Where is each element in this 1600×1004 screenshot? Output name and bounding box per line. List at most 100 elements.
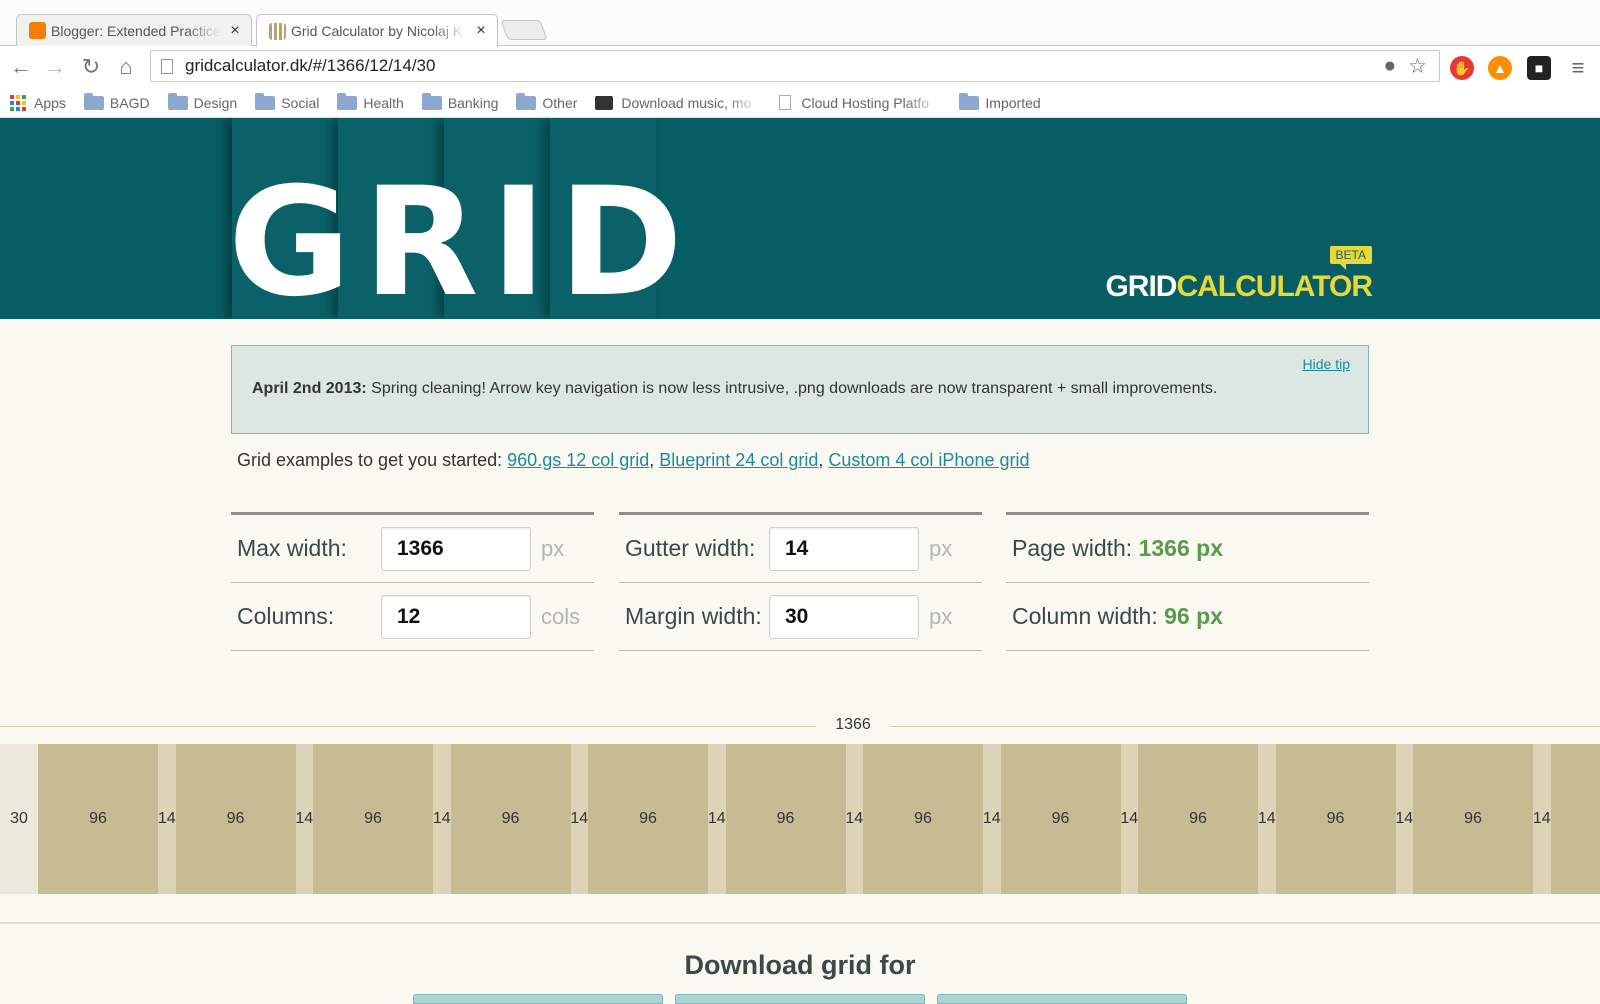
grid-column: 96 [863, 744, 983, 894]
bookmark-label: Social [281, 95, 319, 111]
folder-icon [337, 96, 357, 110]
gutter-width-input[interactable]: 14 [769, 527, 919, 571]
document-icon [779, 95, 791, 110]
grid-column: 96 [451, 744, 571, 894]
grid-gutter: 14 [708, 744, 726, 894]
bookmark-cloud-hosting[interactable]: Cloud Hosting Platfo [779, 95, 941, 111]
grid-column: 96 [313, 744, 433, 894]
bookmark-banking[interactable]: Banking [422, 95, 499, 111]
example-link-blueprint[interactable]: Blueprint 24 col grid [659, 450, 818, 470]
bookmark-design[interactable]: Design [168, 95, 238, 111]
columns-input[interactable]: 12 [381, 595, 531, 639]
browser-tabstrip: Blogger: Extended Practice × Grid Calcul… [0, 0, 1600, 46]
reload-icon[interactable]: ↻ [78, 54, 104, 80]
column-width-result: Column width: 96 px [1012, 603, 1223, 630]
site-title-grid: GRID [1105, 270, 1176, 303]
page-width-result: Page width: 1366 px [1012, 535, 1223, 562]
grid-gutter: 14 [1121, 744, 1139, 894]
grid-gutter: 14 [571, 744, 589, 894]
download-button[interactable] [937, 994, 1187, 1004]
bookmark-imported[interactable]: Imported [959, 95, 1040, 111]
example-link-iphone[interactable]: Custom 4 col iPhone grid [828, 450, 1029, 470]
column-width-label: Column width: [1012, 603, 1158, 629]
grid-column: 96 [1276, 744, 1396, 894]
grid-gutter: 14 [983, 744, 1001, 894]
grid-column: 96 [176, 744, 296, 894]
max-width-unit: px [541, 536, 564, 562]
address-bar[interactable]: gridcalculator.dk/#/1366/12/14/30 ● ☆ [150, 50, 1440, 82]
bookmark-label: Download music, mo [621, 95, 761, 111]
grid-gutter: 14 [158, 744, 176, 894]
bookmark-bagd[interactable]: BAGD [84, 95, 150, 111]
grid-column: 96 [1413, 744, 1533, 894]
grid-column: 96 [588, 744, 708, 894]
grid-gutter: 14 [1533, 744, 1551, 894]
back-arrow-icon[interactable]: ← [8, 54, 34, 80]
gutter-width-row: Gutter width: 14 px [619, 515, 982, 583]
folder-icon [959, 96, 979, 110]
grid-examples: Grid examples to get you started: 960.gs… [237, 450, 1029, 471]
folder-icon [422, 96, 442, 110]
tip-message: April 2nd 2013: Spring cleaning! Arrow k… [252, 380, 1217, 398]
grid-column: 96 [1001, 744, 1121, 894]
tip-date: April 2nd 2013: [252, 380, 367, 397]
total-width-label: 1366 [816, 716, 890, 734]
grid-gutter: 14 [846, 744, 864, 894]
bookmark-social[interactable]: Social [255, 95, 319, 111]
download-button[interactable] [413, 994, 663, 1004]
close-icon[interactable]: × [473, 22, 489, 40]
menu-icon[interactable]: ≡ [1566, 56, 1590, 80]
home-icon[interactable]: ⌂ [113, 54, 139, 80]
margin-width-label: Margin width: [625, 603, 762, 630]
margin-width-row: Margin width: 30 px [619, 583, 982, 651]
grid-column: 96 [1551, 744, 1600, 894]
gutter-width-unit: px [929, 536, 952, 562]
gutter-margin-group: Gutter width: 14 px Margin width: 30 px [619, 512, 982, 651]
columns-row: Columns: 12 cols [231, 583, 594, 651]
site-title[interactable]: GRIDCALCULATOR [1105, 270, 1372, 304]
width-columns-group: Max width: 1366 px Columns: 12 cols [231, 512, 594, 651]
results-group: Page width: 1366 px Column width: 96 px [1006, 512, 1369, 651]
forward-arrow-icon[interactable]: → [42, 54, 68, 80]
grid-logo: GRID [228, 168, 695, 308]
fire-extension-icon[interactable]: ▲ [1488, 56, 1512, 80]
bookmark-apps[interactable]: Apps [10, 95, 66, 111]
site-header: GRID BETA GRIDCALCULATOR [0, 118, 1600, 319]
tab-grid-calculator[interactable]: Grid Calculator by Nicolaj K × [256, 14, 498, 47]
grid-column: 96 [38, 744, 158, 894]
bookmark-other[interactable]: Other [516, 95, 577, 111]
page-icon [161, 59, 173, 74]
margin-width-input[interactable]: 30 [769, 595, 919, 639]
url-text[interactable]: gridcalculator.dk/#/1366/12/14/30 [185, 56, 1383, 76]
bookmark-label: Imported [985, 95, 1040, 111]
example-link-960gs[interactable]: 960.gs 12 col grid [507, 450, 649, 470]
grid-margin: 30 [0, 744, 38, 894]
max-width-input[interactable]: 1366 [381, 527, 531, 571]
download-button[interactable] [675, 994, 925, 1004]
extension-icon[interactable]: ■ [1527, 56, 1551, 80]
tab-blogger[interactable]: Blogger: Extended Practice × [16, 14, 252, 46]
max-width-row: Max width: 1366 px [231, 515, 594, 583]
total-width-line [0, 726, 1600, 727]
close-icon[interactable]: × [227, 22, 243, 40]
adblock-extension-icon[interactable]: ✋ [1450, 56, 1474, 80]
column-width-value: 96 px [1164, 603, 1223, 629]
bookmark-label: Health [363, 95, 403, 111]
folder-icon [255, 96, 275, 110]
star-icon[interactable]: ☆ [1408, 54, 1427, 79]
bookmark-health[interactable]: Health [337, 95, 403, 111]
grid-gutter: 14 [296, 744, 314, 894]
grid-gutter: 14 [1258, 744, 1276, 894]
tip-text: Spring cleaning! Arrow key navigation is… [371, 380, 1217, 397]
bookmarks-bar: Apps BAGD Design Social Health Banking O… [0, 88, 1600, 118]
tip-box: Hide tip April 2nd 2013: Spring cleaning… [231, 345, 1369, 434]
grid-gutter: 14 [433, 744, 451, 894]
hide-tip-link[interactable]: Hide tip [1303, 356, 1350, 372]
new-tab-button[interactable] [500, 20, 547, 40]
bookmark-download-music[interactable]: Download music, mo [595, 95, 761, 111]
beta-badge: BETA [1330, 246, 1372, 264]
bookmark-label: Other [542, 95, 577, 111]
lightbulb-icon[interactable]: ● [1383, 54, 1396, 78]
grid-preview: 3096149614961496149614961496149614961496… [0, 744, 1600, 894]
examples-intro: Grid examples to get you started: [237, 450, 502, 470]
